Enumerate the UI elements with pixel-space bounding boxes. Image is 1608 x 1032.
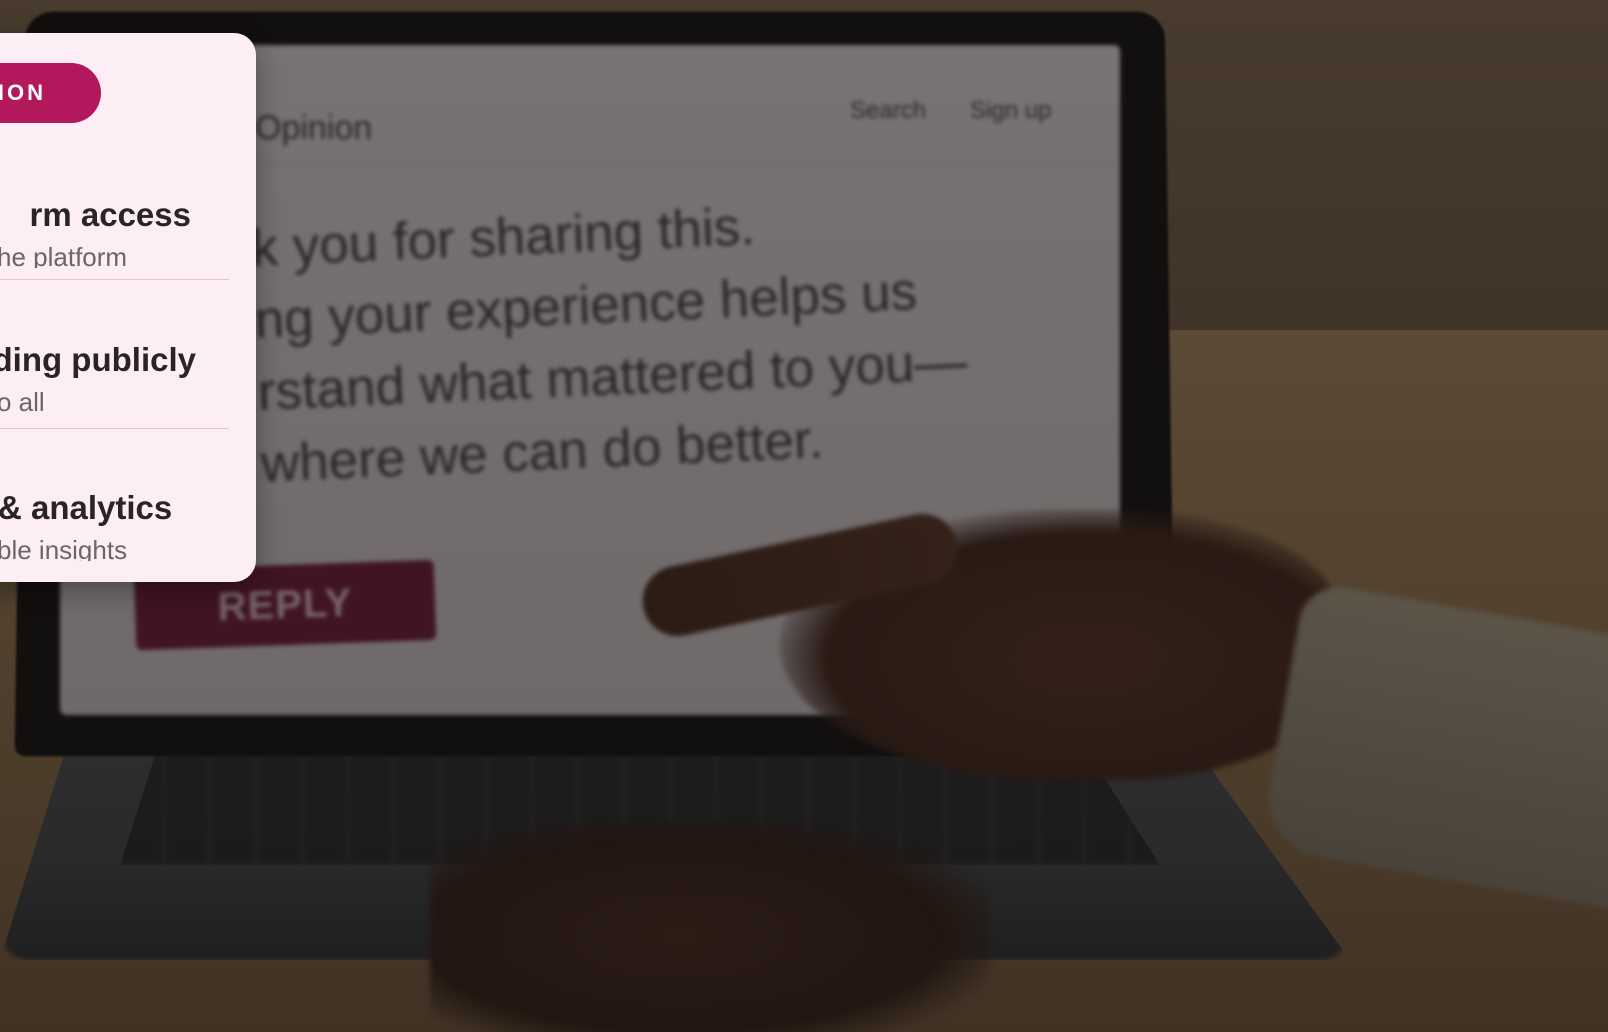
feature-card: ION rm access he platform nding publicly… bbox=[0, 33, 256, 582]
feature-divider bbox=[0, 279, 229, 280]
card-badge: ION bbox=[0, 63, 101, 123]
feature-title: nding publicly bbox=[0, 341, 196, 378]
feature-desc: he platform bbox=[0, 242, 128, 268]
feature-title: rm access bbox=[29, 196, 191, 233]
feature-item: nding publicly o all bbox=[0, 303, 228, 413]
feature-title: & analytics bbox=[0, 489, 173, 526]
hero-scene: Opinion Search Sign up k you for sharing… bbox=[0, 0, 1608, 1032]
feature-item: rm access he platform bbox=[0, 158, 228, 268]
feature-desc: ble insights bbox=[0, 535, 128, 561]
feature-desc: o all bbox=[0, 387, 45, 413]
feature-divider bbox=[0, 428, 229, 429]
feature-item: & analytics ble insights bbox=[0, 451, 228, 561]
